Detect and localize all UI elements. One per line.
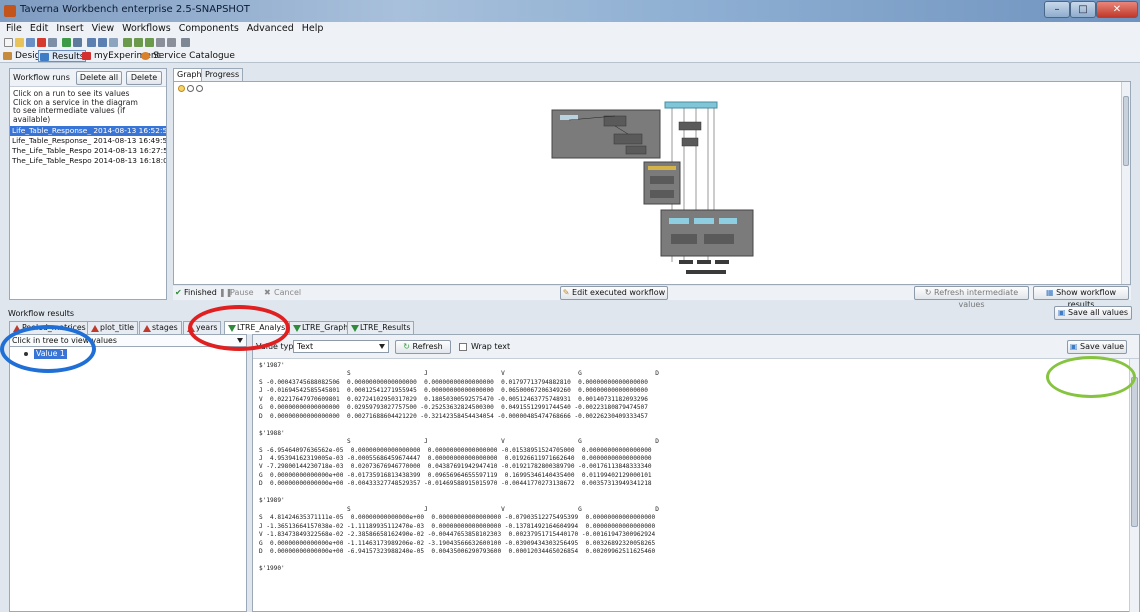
delete-button[interactable]: Delete	[126, 71, 162, 85]
edit-executed-workflow-button[interactable]: ✎ Edit executed workflow	[560, 286, 668, 300]
refresh-intermediate-values-button[interactable]: ↻ Refresh intermediate values	[914, 286, 1029, 309]
show-workflow-results-button[interactable]: ▦ Show workflow results	[1033, 286, 1129, 309]
toolbar	[0, 36, 1140, 49]
red-highlight-circle	[188, 305, 290, 351]
value-viewer-toolbar: Value type Text ↻ Refresh Wrap text ▣ Sa…	[253, 335, 1139, 359]
cancel-icon[interactable]: ✖	[264, 288, 271, 297]
menu-insert[interactable]: Insert	[52, 22, 87, 34]
diagram-input-ports	[664, 101, 718, 109]
results-table-icon: ▦	[1045, 288, 1054, 297]
edit-icon: ✎	[562, 288, 570, 297]
value-vertical-scrollbar[interactable]	[1129, 359, 1139, 612]
refresh-icon: ↻	[403, 342, 410, 351]
value-text-output: $'1987' S J V G D S -0.00043745688082506…	[259, 362, 659, 572]
tab-ltre-results[interactable]: LTRE_Results	[347, 321, 415, 334]
refresh-icon: ↻	[924, 288, 932, 297]
maximize-button[interactable]: □	[1070, 1, 1096, 18]
close-workflow-icon[interactable]	[37, 38, 46, 47]
workflow-diagram	[551, 101, 754, 274]
close-button[interactable]: ✕	[1096, 1, 1138, 18]
tab-ltre-graph[interactable]: LTRE_Graph	[289, 321, 353, 334]
save-value-button[interactable]: ▣ Save value	[1067, 340, 1127, 354]
perspective-service-catalogue[interactable]: Service Catalogue	[140, 50, 235, 62]
run-item[interactable]: The_Life_Table_Respo 2014-08-13 16:18:05	[10, 156, 166, 166]
perspective-results[interactable]: Results	[38, 50, 86, 62]
save-icon: ▣	[1057, 308, 1066, 317]
run-item[interactable]: The_Life_Table_Respo 2014-08-13 16:27:50	[10, 146, 166, 156]
blue-highlight-circle	[0, 325, 96, 373]
check-icon: ✔	[175, 288, 182, 297]
refresh-button[interactable]: ↻ Refresh	[395, 340, 451, 354]
paste-icon[interactable]	[167, 38, 176, 47]
graph-vertical-scrollbar[interactable]	[1121, 82, 1130, 284]
pause-button[interactable]: Pause	[230, 288, 254, 297]
graph-scroll-thumb[interactable]	[1123, 96, 1129, 166]
delete-all-button[interactable]: Delete all	[76, 71, 122, 85]
menu-components[interactable]: Components	[175, 22, 243, 34]
perspective-bar: Design Results myExperiment Service Cata…	[0, 49, 1140, 63]
window-title: Taverna Workbench enterprise 2.5-SNAPSHO…	[20, 4, 250, 15]
add-input-icon[interactable]	[134, 38, 143, 47]
success-icon	[351, 325, 359, 332]
runs-hint: Click on a run to see its values Click o…	[13, 89, 138, 124]
tab-progress-report[interactable]: Progress report	[201, 68, 244, 91]
title-bar: Taverna Workbench enterprise 2.5-SNAPSHO…	[0, 0, 1140, 22]
tab-stages[interactable]: stages	[139, 321, 182, 334]
menu-file[interactable]: File	[0, 22, 26, 34]
graph-status-bar: ✔ Finished ❚❚ Pause ✖ Cancel ✎ Edit exec…	[173, 286, 1131, 309]
menu-help[interactable]: Help	[298, 22, 328, 34]
menu-view[interactable]: View	[88, 22, 119, 34]
save-icon: ▣	[1069, 342, 1078, 351]
print-icon[interactable]	[48, 38, 57, 47]
workflow-runs-label: Workflow runs	[13, 73, 70, 82]
value-scroll-thumb[interactable]	[1131, 377, 1138, 527]
save-all-values-button[interactable]: ▣ Save all values	[1054, 306, 1132, 320]
diagram-nested-workflow-bottom	[660, 209, 754, 257]
error-icon	[143, 325, 151, 332]
add-output-icon[interactable]	[145, 38, 154, 47]
wrap-text-label: Wrap text	[471, 342, 511, 351]
runs-list: Life_Table_Response_ 2014-08-13 16:52:56…	[10, 126, 166, 166]
open-folder-icon[interactable]	[15, 38, 24, 47]
success-icon	[293, 325, 301, 332]
workflow-results-title: Workflow results	[8, 309, 75, 318]
save-icon[interactable]	[26, 38, 35, 47]
menu-workflows[interactable]: Workflows	[118, 22, 175, 34]
design-icon	[3, 52, 12, 60]
menu-edit[interactable]: Edit	[26, 22, 52, 34]
wrap-text-checkbox[interactable]	[459, 343, 467, 351]
taverna-app-icon	[4, 5, 16, 17]
new-workflow-icon[interactable]	[4, 38, 13, 47]
value-viewer-pane: Value type Text ↻ Refresh Wrap text ▣ Sa…	[252, 334, 1140, 612]
results-tree-pane: Click in tree to view values Value 1	[9, 334, 247, 612]
workflow-graph-view[interactable]	[173, 81, 1131, 285]
cut-icon[interactable]	[109, 38, 118, 47]
myexperiment-icon	[82, 52, 91, 60]
run-icon[interactable]	[62, 38, 71, 47]
workflow-runs-header: Workflow runs Delete all Delete	[10, 69, 166, 87]
value-type-select[interactable]: Text	[293, 340, 389, 353]
delete-icon[interactable]	[181, 38, 190, 47]
run-item[interactable]: Life_Table_Response_ 2014-08-13 16:49:51	[10, 136, 166, 146]
results-tabs: Pooled_matrices plot_title stages years …	[9, 321, 1129, 334]
menu-advanced[interactable]: Advanced	[243, 22, 298, 34]
add-service-icon[interactable]	[123, 38, 132, 47]
run-status: Finished	[184, 288, 217, 297]
undo-icon[interactable]	[87, 38, 96, 47]
minimize-button[interactable]: –	[1044, 1, 1070, 18]
pause-icon[interactable]	[73, 38, 82, 47]
service-catalogue-icon	[141, 52, 150, 60]
copy-icon[interactable]	[156, 38, 165, 47]
results-icon	[40, 53, 49, 61]
error-icon	[91, 325, 99, 332]
chevron-down-icon	[379, 344, 385, 349]
tab-plot-title[interactable]: plot_title	[87, 321, 139, 334]
run-item[interactable]: Life_Table_Response_ 2014-08-13 16:52:56	[10, 126, 166, 137]
cancel-button[interactable]: Cancel	[274, 288, 301, 297]
workflow-runs-panel: Workflow runs Delete all Delete Click on…	[9, 68, 167, 300]
menu-bar: File Edit Insert View Workflows Components Adv…	[0, 22, 1140, 36]
green-highlight-circle	[1046, 356, 1136, 398]
redo-icon[interactable]	[98, 38, 107, 47]
